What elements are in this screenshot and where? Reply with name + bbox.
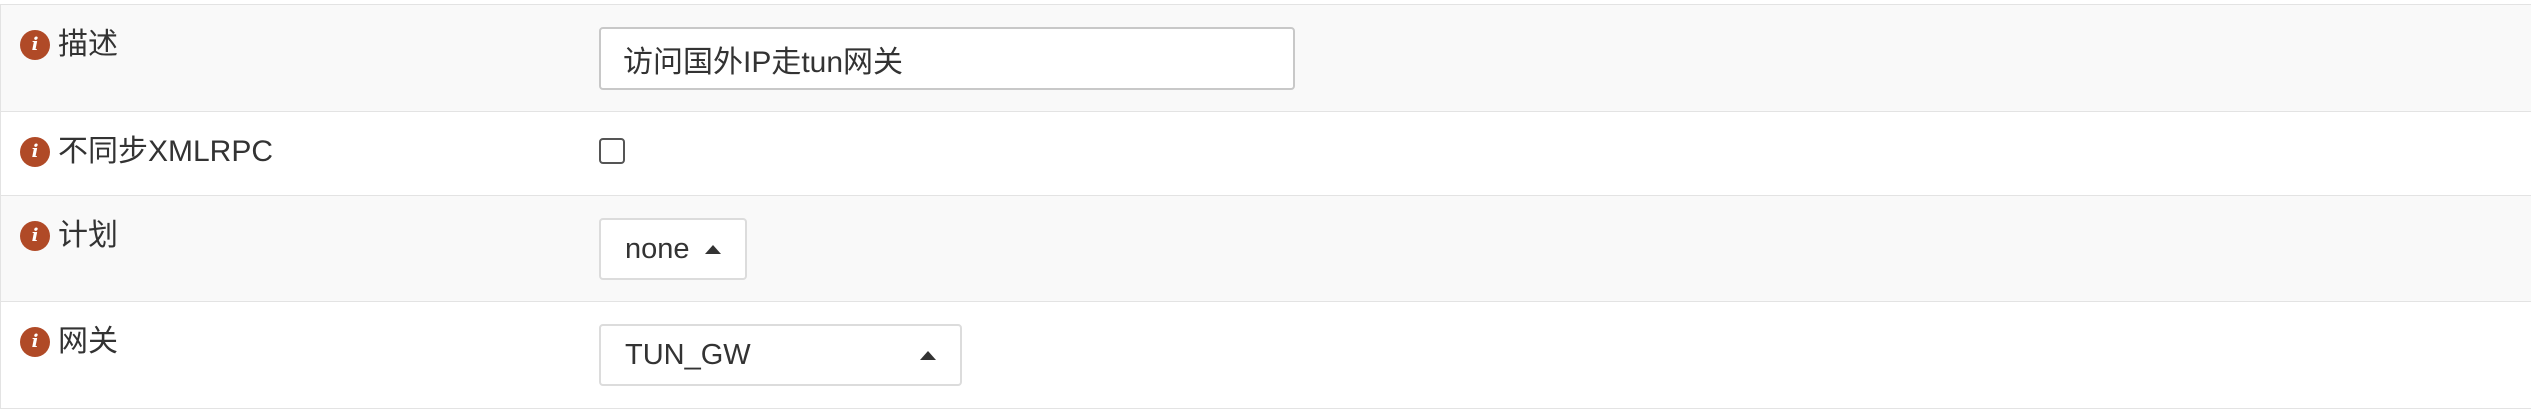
no-xmlrpc-sync-checkbox[interactable] (599, 138, 625, 164)
description-label-text: 描述 (58, 28, 118, 61)
schedule-label: i 计划 (20, 218, 118, 254)
gateway-label-text: 网关 (58, 325, 118, 358)
description-row: i 描述 (1, 5, 2531, 112)
firewall-rule-form: i 描述 i 不同步XMLRPC i 计划 none i 网关 TUN_GW (0, 4, 2531, 409)
no-xmlrpc-sync-label: i 不同步XMLRPC (20, 134, 273, 170)
gateway-label: i 网关 (20, 324, 118, 360)
gateway-row: i 网关 TUN_GW (1, 302, 2531, 409)
description-label: i 描述 (20, 27, 118, 63)
description-input[interactable] (599, 27, 1295, 90)
schedule-row: i 计划 none (1, 196, 2531, 302)
schedule-selected-value: none (625, 232, 690, 265)
info-icon[interactable]: i (20, 30, 50, 60)
info-icon[interactable]: i (20, 327, 50, 357)
caret-up-icon (705, 244, 721, 254)
no-xmlrpc-sync-label-text: 不同步XMLRPC (58, 135, 274, 168)
gateway-selected-value: TUN_GW (625, 338, 751, 371)
info-icon[interactable]: i (20, 221, 50, 251)
schedule-select[interactable]: none (599, 218, 747, 280)
caret-up-icon (920, 350, 936, 360)
schedule-label-text: 计划 (58, 219, 118, 252)
gateway-select[interactable]: TUN_GW (599, 324, 962, 386)
no-xmlrpc-sync-row: i 不同步XMLRPC (1, 112, 2531, 196)
info-icon[interactable]: i (20, 137, 50, 167)
